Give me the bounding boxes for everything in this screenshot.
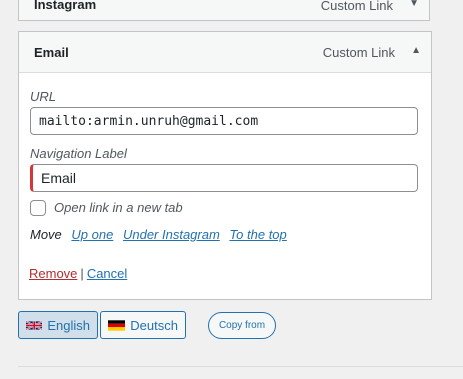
uk-flag-icon xyxy=(26,320,43,330)
new-tab-checkbox[interactable] xyxy=(30,200,46,216)
menu-item-title: Email xyxy=(34,45,69,60)
de-flag-icon xyxy=(108,319,126,331)
menu-item-title: Instagram xyxy=(34,0,97,12)
divider xyxy=(18,366,463,367)
language-deutsch-button[interactable]: Deutsch xyxy=(100,311,186,339)
language-label: English xyxy=(47,317,90,333)
menu-item-instagram[interactable]: Instagram Custom Link ▼ xyxy=(18,0,430,21)
menu-item-handle[interactable]: Email Custom Link ▲ xyxy=(19,32,431,73)
menu-item-type: Custom Link xyxy=(322,45,395,60)
new-tab-label: Open link in a new tab xyxy=(54,200,183,215)
cancel-link[interactable]: Cancel xyxy=(87,266,127,281)
move-up-one-link[interactable]: Up one xyxy=(71,227,113,242)
move-controls: Move Up one Under Instagram To the top xyxy=(30,227,293,242)
action-separator: | xyxy=(80,266,84,281)
navigation-label-label: Navigation Label xyxy=(30,146,127,161)
menu-item-type: Custom Link xyxy=(320,0,393,13)
move-to-top-link[interactable]: To the top xyxy=(229,227,286,242)
menu-item-email: Email Custom Link ▲ URL Navigation Label… xyxy=(18,31,432,300)
collapse-arrow-icon[interactable]: ▲ xyxy=(411,45,421,56)
language-english-button[interactable]: English xyxy=(18,311,98,339)
url-input[interactable] xyxy=(30,107,418,135)
expand-arrow-icon[interactable]: ▼ xyxy=(409,0,419,9)
navigation-label-input[interactable] xyxy=(30,164,418,192)
remove-link[interactable]: Remove xyxy=(29,266,77,281)
move-label: Move xyxy=(30,227,62,242)
copy-from-button[interactable]: Copy from xyxy=(208,312,276,339)
move-under-instagram-link[interactable]: Under Instagram xyxy=(123,227,220,242)
language-label: Deutsch xyxy=(130,317,178,333)
item-actions: Remove | Cancel xyxy=(29,266,127,281)
menu-item-settings: URL Navigation Label Open link in a new … xyxy=(29,73,421,299)
url-label: URL xyxy=(30,89,57,104)
